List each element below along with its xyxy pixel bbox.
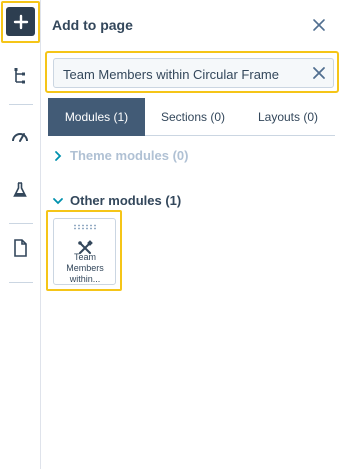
- close-icon[interactable]: [311, 17, 327, 33]
- search-input[interactable]: Team Members within Circular Frame: [53, 58, 334, 88]
- rail-divider: [9, 282, 33, 283]
- search-value: Team Members within Circular Frame: [63, 67, 279, 82]
- add-button-highlight: [1, 1, 40, 43]
- add-to-page-panel: Add to page Team Members within Circular…: [41, 0, 345, 469]
- tree-icon[interactable]: [8, 64, 32, 88]
- rail-divider: [9, 104, 33, 105]
- other-modules-label: Other modules (1): [70, 193, 182, 208]
- tab-layouts[interactable]: Layouts (0): [241, 98, 335, 136]
- tab-modules[interactable]: Modules (1): [48, 98, 145, 136]
- drag-handle-icon[interactable]: [73, 224, 97, 230]
- gauge-icon[interactable]: [8, 124, 32, 148]
- other-modules-toggle[interactable]: Other modules (1): [51, 193, 181, 208]
- chevron-down-icon: [53, 197, 63, 204]
- tab-bar: Modules (1) Sections (0) Layouts (0): [48, 98, 335, 136]
- search-highlight: Team Members within Circular Frame: [45, 51, 339, 93]
- module-card[interactable]: Team Members within...: [53, 218, 116, 285]
- rail-divider: [9, 223, 33, 224]
- theme-modules-label: Theme modules (0): [70, 148, 189, 163]
- flask-icon[interactable]: [8, 178, 32, 202]
- module-label: Team Members within...: [66, 252, 104, 284]
- document-icon[interactable]: [8, 236, 32, 260]
- add-button[interactable]: [6, 7, 35, 36]
- add-icon: [13, 14, 28, 29]
- module-card-highlight: Team Members within...: [46, 210, 122, 291]
- theme-modules-toggle[interactable]: Theme modules (0): [51, 148, 188, 163]
- clear-search-icon[interactable]: [312, 66, 326, 80]
- tab-sections[interactable]: Sections (0): [145, 98, 241, 136]
- left-rail: [0, 0, 41, 469]
- panel-title: Add to page: [52, 17, 133, 33]
- chevron-right-icon: [55, 150, 62, 161]
